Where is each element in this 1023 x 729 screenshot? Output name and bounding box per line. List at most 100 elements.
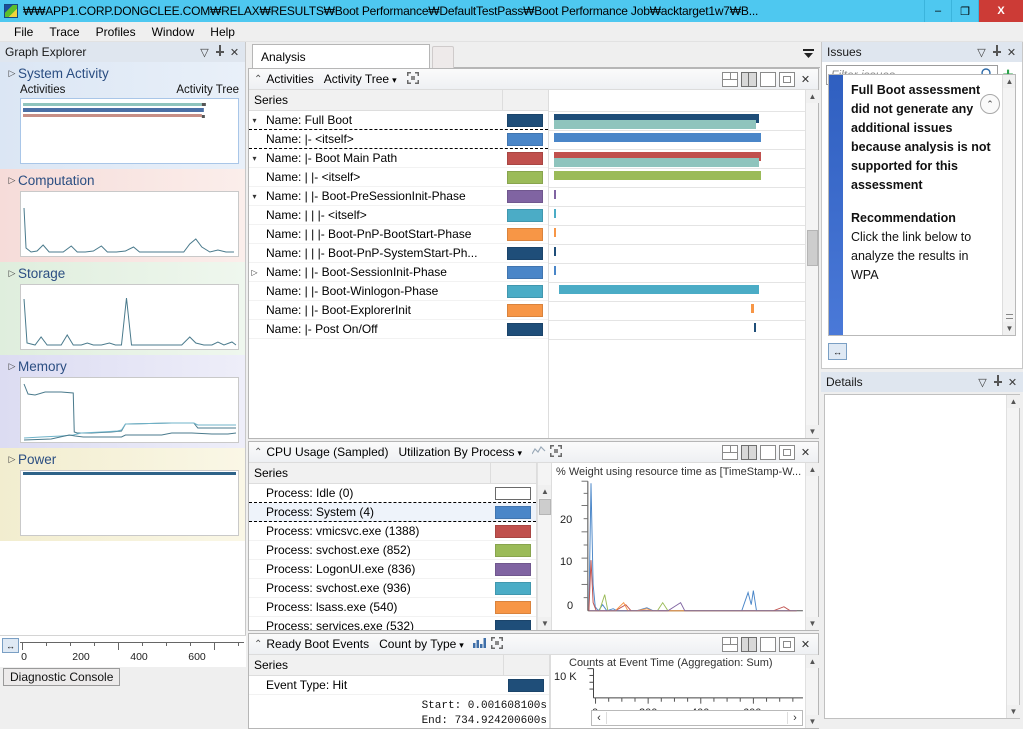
pin-icon[interactable] <box>212 45 227 59</box>
activity-bar-secondary[interactable] <box>554 120 757 129</box>
restore-button[interactable]: ❐ <box>951 0 978 22</box>
close-icon[interactable]: ✕ <box>1004 46 1019 59</box>
split-horizontal-icon[interactable] <box>722 636 738 652</box>
scroll-up-icon[interactable]: ▲ <box>806 90 819 103</box>
cpu-process-row[interactable]: ▸ Process: svchost.exe (936) <box>249 579 536 598</box>
close-icon[interactable]: ✕ <box>1005 376 1020 389</box>
activity-row[interactable]: ▾ Name: | |- Boot-PreSessionInit-Phase <box>249 187 548 206</box>
close-panel-icon[interactable]: ✕ <box>798 73 813 86</box>
scroll-down-icon[interactable]: ▼ <box>806 617 819 630</box>
split-vertical-icon[interactable] <box>741 71 757 87</box>
cpu-process-row[interactable]: ▸ Process: LogonUI.exe (836) <box>249 560 536 579</box>
cpu-process-row[interactable]: ▸ Process: System (4) <box>249 503 536 522</box>
ready-boot-view-mode-dropdown[interactable]: Count by Type ▾ <box>379 637 464 651</box>
split-vertical-icon[interactable] <box>741 444 757 460</box>
scroll-down-icon[interactable]: ▼ <box>806 715 819 728</box>
split-horizontal-icon[interactable] <box>722 444 738 460</box>
collapse-issue-icon[interactable]: ⌃ <box>980 94 1000 114</box>
ready-boot-plot[interactable]: Counts at Event Time (Aggregation: Sum) … <box>550 655 805 728</box>
close-button[interactable]: X <box>978 0 1023 22</box>
scroll-up-icon[interactable]: ▲ <box>538 485 552 498</box>
cpu-process-row[interactable]: ▸ Process: lsass.exe (540) <box>249 598 536 617</box>
activity-row[interactable]: ▸ Name: | | |- <itself> <box>249 206 548 225</box>
activities-plot[interactable] <box>549 90 805 438</box>
expander-icon[interactable]: ▷ <box>6 175 18 186</box>
ge-thumb-power[interactable] <box>20 470 239 536</box>
ge-section-computation[interactable]: ▷ Computation <box>0 169 245 262</box>
bar-chart-icon[interactable] <box>472 637 489 651</box>
select-region-icon[interactable] <box>405 71 422 87</box>
ge-thumb-system-activity[interactable] <box>20 98 239 164</box>
timeline-ruler[interactable]: ↔ 0 200 400 600 <box>0 635 246 667</box>
restore-icon[interactable] <box>779 71 795 87</box>
menu-window[interactable]: Window <box>144 23 203 41</box>
scroll-up-icon[interactable]: ▲ <box>1007 395 1020 408</box>
expander-icon[interactable]: ▷ <box>6 268 18 279</box>
ready-boot-row[interactable]: ▸ Event Type: Hit <box>249 676 549 695</box>
pin-icon[interactable] <box>989 45 1004 59</box>
scrollbar-thumb[interactable] <box>807 230 818 266</box>
ge-section-memory[interactable]: ▷ Memory <box>0 355 245 448</box>
collapse-caret-icon[interactable]: ⌃ <box>254 74 262 85</box>
activities-view-mode-dropdown[interactable]: Activity Tree ▾ <box>324 72 397 86</box>
row-expander-icon[interactable]: ▾ <box>249 154 260 163</box>
activity-row[interactable]: ▸ Name: | | |- Boot-PnP-SystemStart-Ph... <box>249 244 548 263</box>
menu-help[interactable]: Help <box>202 23 243 41</box>
ge-section-title-row[interactable]: ▷ Memory <box>6 357 239 377</box>
restore-icon[interactable] <box>779 444 795 460</box>
ge-section-title-row[interactable]: ▷ Power <box>6 450 239 470</box>
activity-bar[interactable] <box>753 323 757 332</box>
activity-row[interactable]: ▸ Name: |- Post On/Off <box>249 320 548 339</box>
activity-row[interactable]: ▸ Name: |- <itself> <box>249 130 548 149</box>
activities-vertical-scrollbar[interactable]: ▲ ▼ <box>805 90 819 438</box>
close-icon[interactable]: ✕ <box>227 46 242 59</box>
issues-resize-icon[interactable]: ↔ <box>828 343 847 360</box>
scroll-up-icon[interactable]: ▲ <box>1003 75 1015 88</box>
cpu-process-row[interactable]: ▸ Process: Idle (0) <box>249 484 536 503</box>
activity-bar[interactable] <box>751 304 755 313</box>
scroll-up-icon[interactable]: ▲ <box>806 655 819 668</box>
cpu-process-row[interactable]: ▸ Process: services.exe (532) <box>249 617 536 630</box>
issues-scrollbar[interactable]: ▲ ▼ <box>1002 75 1015 335</box>
activity-row[interactable]: ▷ Name: | |- Boot-SessionInit-Phase <box>249 263 548 282</box>
expander-icon[interactable]: ▷ <box>6 68 18 79</box>
ge-thumb-memory[interactable] <box>20 377 239 443</box>
ruler-resize-icon[interactable]: ↔ <box>2 638 19 653</box>
ge-section-storage[interactable]: ▷ Storage <box>0 262 245 355</box>
ge-section-title-row[interactable]: ▷ Computation <box>6 171 239 191</box>
activity-bar[interactable] <box>554 171 762 180</box>
tab-analysis[interactable]: Analysis <box>252 44 430 68</box>
scroll-left-icon[interactable]: ‹ <box>592 712 607 724</box>
cpu-view-mode-dropdown[interactable]: Utilization By Process ▾ <box>398 445 522 459</box>
menu-file[interactable]: File <box>6 23 41 41</box>
details-scrollbar[interactable]: ▲ ▼ <box>1006 395 1020 718</box>
close-panel-icon[interactable]: ✕ <box>798 446 813 459</box>
horizontal-scrollbar[interactable]: ‹ › <box>591 710 803 726</box>
collapse-caret-icon[interactable]: ⌃ <box>254 639 262 650</box>
ge-section-power[interactable]: ▷ Power <box>0 448 245 541</box>
activity-bar[interactable] <box>554 209 556 218</box>
cpu-plot[interactable]: % Weight using resource time as [TimeSta… <box>551 463 805 630</box>
activity-row[interactable]: ▾ Name: Full Boot <box>249 111 548 130</box>
dropdown-icon[interactable]: ▽ <box>197 46 212 59</box>
activity-bar[interactable] <box>559 285 759 294</box>
maximize-icon[interactable] <box>760 636 776 652</box>
scroll-right-icon[interactable]: › <box>787 712 802 724</box>
pin-icon[interactable] <box>990 375 1005 389</box>
activity-bar[interactable] <box>554 228 556 237</box>
dropdown-icon[interactable]: ▽ <box>975 376 990 389</box>
activity-row[interactable]: ▸ Name: | |- Boot-ExplorerInit <box>249 301 548 320</box>
cpu-legend-scrollbar[interactable]: ▲ ▼ <box>537 463 552 630</box>
restore-icon[interactable] <box>779 636 795 652</box>
collapse-caret-icon[interactable]: ⌃ <box>254 447 262 458</box>
maximize-icon[interactable] <box>760 444 776 460</box>
activity-bar-secondary[interactable] <box>554 158 759 167</box>
activity-bar[interactable] <box>554 247 557 256</box>
split-vertical-icon[interactable] <box>741 636 757 652</box>
activity-bar[interactable] <box>554 266 557 275</box>
ge-section-system-activity[interactable]: ▷ System Activity Activities Activity Tr… <box>0 62 245 169</box>
scroll-down-icon[interactable]: ▼ <box>806 425 819 438</box>
row-expander-icon[interactable]: ▷ <box>249 268 260 277</box>
menu-trace[interactable]: Trace <box>41 23 87 41</box>
line-chart-icon[interactable] <box>530 445 547 459</box>
